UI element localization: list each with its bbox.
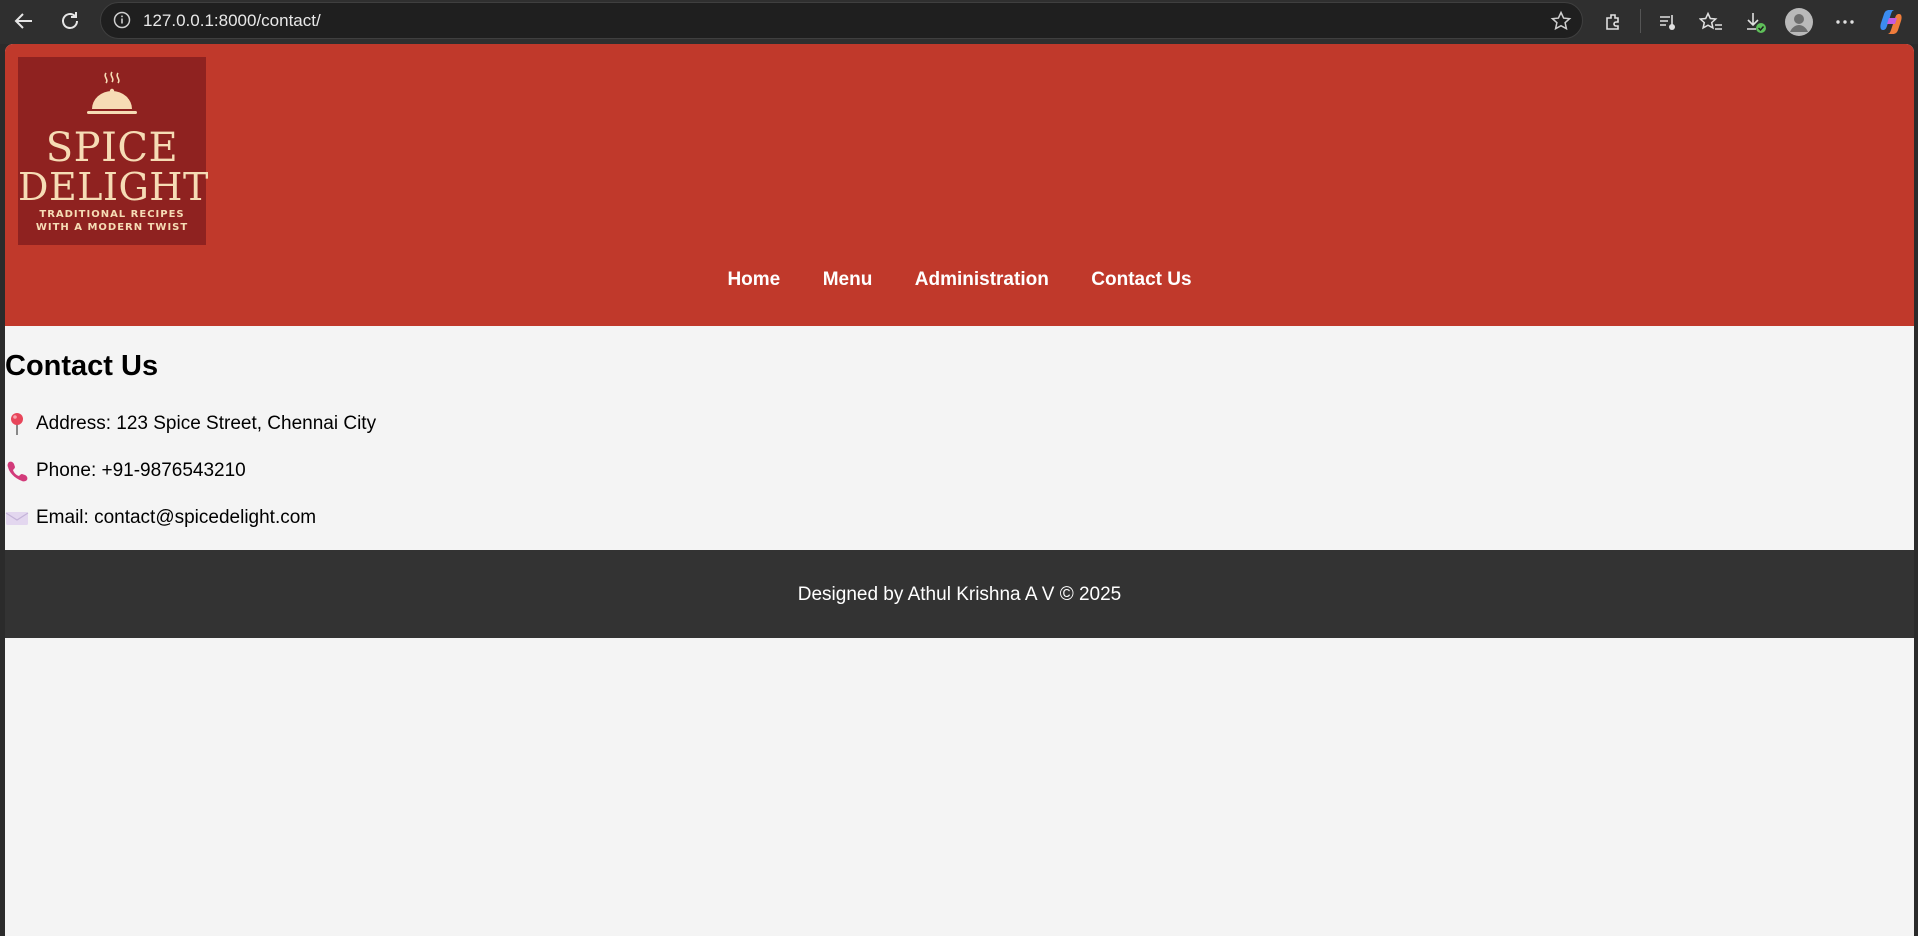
address-text: Address: 123 Spice Street, Chennai City (36, 413, 377, 434)
page-viewport: SPICE DELIGHT TRADITIONAL RECIPES WITH A… (5, 44, 1914, 936)
nav-menu[interactable]: Menu (823, 269, 873, 291)
browser-toolbar: 127.0.0.1:8000/contact/ (0, 0, 1918, 44)
star-icon[interactable] (1550, 10, 1572, 32)
more-icon[interactable] (1828, 5, 1862, 39)
address-bar[interactable]: 127.0.0.1:8000/contact/ (100, 2, 1583, 39)
url-text[interactable]: 127.0.0.1:8000/contact/ (143, 11, 321, 31)
cloche-icon (87, 71, 137, 114)
site-footer: Designed by Athul Krishna A V © 2025 (5, 550, 1914, 638)
logo[interactable]: SPICE DELIGHT TRADITIONAL RECIPES WITH A… (18, 57, 209, 245)
logo-tagline-line1: TRADITIONAL RECIPES (39, 209, 185, 220)
page-title: Contact Us (5, 350, 159, 382)
main-nav: Home Menu Administration Contact Us (5, 269, 1914, 291)
nav-home[interactable]: Home (727, 269, 780, 291)
phone-icon (5, 459, 29, 483)
nav-administration[interactable]: Administration (915, 269, 1049, 291)
favorites-icon[interactable] (1694, 5, 1728, 39)
site-header: SPICE DELIGHT TRADITIONAL RECIPES WITH A… (5, 44, 1914, 326)
envelope-icon (5, 506, 29, 530)
phone-text: Phone: +91-9876543210 (36, 460, 246, 481)
info-icon[interactable] (113, 11, 131, 29)
logo-tagline-line2: WITH A MODERN TWIST (35, 222, 189, 233)
media-icon[interactable] (1650, 5, 1684, 39)
logo-title-line2: DELIGHT (18, 165, 209, 209)
email-text[interactable]: Email: contact@spicedelight.com (36, 507, 316, 529)
copilot-icon[interactable] (1874, 5, 1908, 39)
pin-icon (5, 412, 29, 436)
downloads-icon[interactable] (1738, 5, 1772, 39)
email-row: Email: contact@spicedelight.com (5, 506, 316, 530)
extensions-icon[interactable] (1597, 5, 1631, 39)
footer-text: Designed by Athul Krishna A V © 2025 (797, 584, 1122, 605)
nav-contact-us[interactable]: Contact Us (1091, 269, 1191, 291)
address-row: Address: 123 Spice Street, Chennai City (5, 412, 376, 436)
profile-icon[interactable] (1782, 5, 1816, 39)
toolbar-separator (1640, 9, 1641, 33)
phone-row: Phone: +91-9876543210 (5, 459, 246, 483)
refresh-icon[interactable] (53, 4, 87, 38)
back-icon[interactable] (7, 4, 41, 38)
